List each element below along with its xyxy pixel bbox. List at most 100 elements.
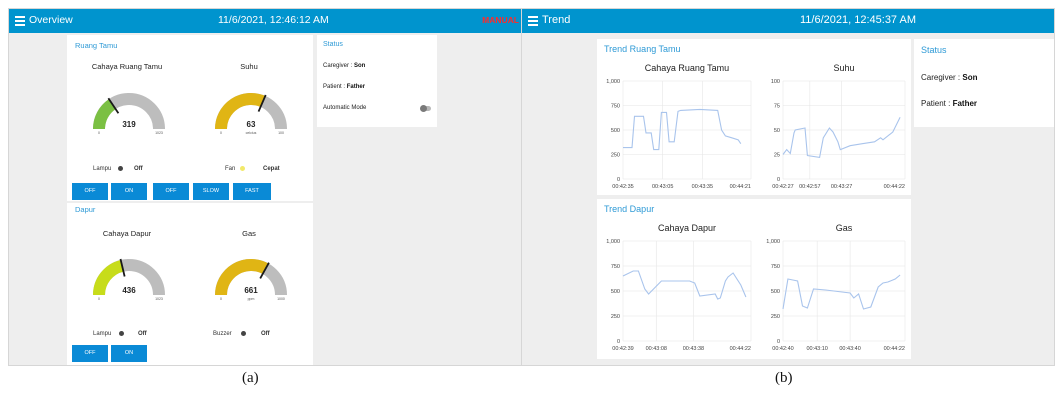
chart-title: Gas [836, 223, 853, 233]
y-tick-label: 500 [611, 128, 620, 134]
gauge-max-label: 1000 [277, 297, 285, 301]
light-gauge: 319 0 1023 [93, 93, 165, 135]
y-tick-label: 75 [774, 104, 780, 110]
x-tick-label: 00:44:21 [730, 184, 751, 190]
caption-a: (a) [242, 370, 259, 386]
buzzer-indicator [241, 331, 246, 336]
caregiver-text: Caregiver : Son [323, 63, 366, 69]
group-title: Trend Ruang Tamu [604, 44, 681, 54]
group-title: Dapur [75, 205, 96, 214]
lampu-label: Lampu [93, 166, 112, 172]
gauge-unit: celcius [246, 131, 257, 135]
series-line [782, 274, 901, 310]
gauge-title: Suhu [240, 62, 258, 71]
buzzer-state: Off [261, 331, 270, 337]
x-tick-label: 00:43:08 [646, 346, 667, 352]
lampu-off-button[interactable]: OFF [72, 345, 108, 362]
trend-dapur-card: Trend Dapur Cahaya Dapur 0 250 500 750 1,000 0… [597, 199, 911, 359]
trend-ruang-tamu-card: Trend Ruang Tamu Cahaya Ruang Tamu 0 250 50… [597, 39, 911, 195]
gauge-min-label: 0 [98, 297, 100, 301]
status-title: Status [921, 45, 947, 55]
y-tick-label: 0 [617, 339, 620, 345]
caption-b: (b) [775, 370, 793, 386]
y-tick-label: 250 [771, 314, 780, 320]
automatic-mode-label: Automatic Mode [323, 105, 367, 111]
gauge-value: 661 [244, 286, 258, 295]
group-title: Ruang Tamu [75, 41, 118, 50]
patient-text: Patient : Father [323, 84, 366, 90]
y-tick-label: 1,000 [766, 239, 780, 245]
y-tick-label: 100 [771, 79, 780, 85]
x-tick-label: 00:44:22 [884, 346, 905, 352]
top-bar: Trend 11/6/2021, 12:45:37 AM [522, 9, 1054, 33]
top-bar: Overview 11/6/2021, 12:46:12 AM MANUAL [9, 9, 527, 33]
gauge-value: 319 [122, 120, 136, 129]
gauge-value: 63 [247, 120, 256, 129]
lampu-on-button[interactable]: ON [111, 345, 147, 362]
patient-text: Patient : Father [921, 99, 978, 108]
light-gauge: 436 0 1023 [93, 258, 165, 301]
gauge-title: Gas [242, 229, 256, 238]
light-trend-chart: Cahaya Ruang Tamu 0 250 500 750 1,000 00:42:35… [606, 63, 752, 190]
lampu-label: Lampu [93, 331, 112, 337]
gauge-unit: ppm [248, 297, 255, 301]
x-tick-label: 00:42:57 [799, 184, 820, 190]
series-line [622, 270, 747, 300]
fan-fast-button[interactable]: FAST [233, 183, 271, 200]
lampu-state: Off [138, 331, 147, 337]
chart-title: Suhu [833, 63, 854, 73]
x-tick-label: 00:43:10 [806, 346, 827, 352]
gauge-fill [93, 259, 124, 296]
gauge-max-label: 100 [278, 131, 284, 135]
lampu-state: Off [134, 166, 143, 172]
x-tick-label: 00:44:22 [730, 346, 751, 352]
dapur-card: Dapur Cahaya Dapur Gas 436 0 1023 661 0 1000… [67, 203, 313, 365]
x-tick-label: 00:44:22 [884, 184, 905, 190]
x-tick-label: 00:43:38 [683, 346, 704, 352]
menu-icon[interactable] [15, 16, 25, 26]
clock-text: 11/6/2021, 12:46:12 AM [218, 14, 329, 26]
ruang-tamu-card: Ruang Tamu Cahaya Ruang Tamu Suhu 319 0 10… [67, 35, 313, 201]
x-tick-label: 00:42:35 [612, 184, 633, 190]
status-card: Status Caregiver : Son Patient : Father … [317, 35, 437, 127]
fan-slow-button[interactable]: SLOW [193, 183, 229, 200]
x-tick-label: 00:43:27 [831, 184, 852, 190]
buzzer-label: Buzzer [213, 331, 232, 337]
y-tick-label: 250 [611, 153, 620, 159]
menu-icon[interactable] [528, 16, 538, 26]
status-card: Status Caregiver : Son Patient : Father [914, 39, 1054, 127]
fan-label: Fan [225, 166, 236, 172]
gauge-fill [215, 93, 266, 130]
x-tick-label: 00:43:05 [652, 184, 673, 190]
clock-text: 11/6/2021, 12:45:37 AM [800, 14, 916, 26]
gauge-max-label: 1023 [155, 297, 163, 301]
y-tick-label: 0 [617, 177, 620, 183]
light-trend-chart: Cahaya Dapur 0 250 500 750 1,000 00:42:39 00:43… [606, 223, 752, 352]
x-tick-label: 00:42:27 [772, 184, 793, 190]
y-tick-label: 750 [611, 264, 620, 270]
gauge-max-label: 1023 [155, 131, 163, 135]
page-title: Trend [542, 14, 571, 26]
gauge-min-label: 0 [220, 131, 222, 135]
chart-title: Cahaya Ruang Tamu [645, 63, 729, 73]
caregiver-text: Caregiver : Son [921, 73, 978, 82]
y-tick-label: 1,000 [606, 239, 620, 245]
gauge-value: 436 [122, 286, 136, 295]
y-tick-label: 0 [777, 177, 780, 183]
gas-gauge: 661 0 1000 ppm [215, 259, 287, 301]
chart-title: Cahaya Dapur [658, 223, 716, 233]
y-tick-label: 750 [771, 264, 780, 270]
status-title: Status [323, 41, 343, 48]
x-tick-label: 00:42:39 [612, 346, 633, 352]
x-tick-label: 00:43:40 [839, 346, 860, 352]
x-tick-label: 00:43:35 [692, 184, 713, 190]
y-tick-label: 25 [774, 153, 780, 159]
automatic-mode-toggle[interactable] [420, 105, 431, 112]
fan-indicator [240, 166, 245, 171]
fan-off-button[interactable]: OFF [153, 183, 189, 200]
lampu-indicator [119, 331, 124, 336]
lampu-off-button[interactable]: OFF [72, 183, 108, 200]
temperature-gauge: 63 0 100 celcius [215, 93, 287, 135]
lampu-on-button[interactable]: ON [111, 183, 147, 200]
y-tick-label: 500 [771, 289, 780, 295]
